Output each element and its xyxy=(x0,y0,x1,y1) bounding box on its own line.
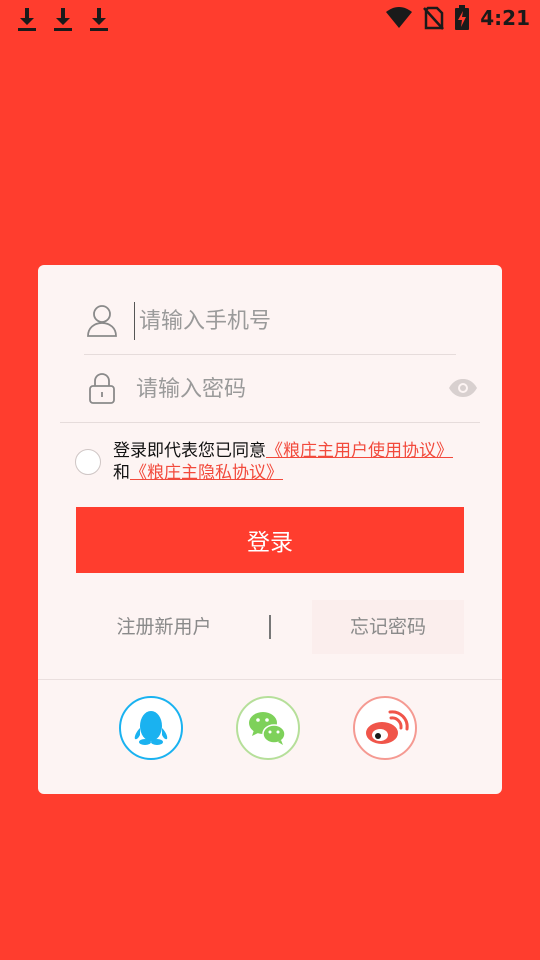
phone-row xyxy=(84,286,456,352)
forgot-password-link[interactable]: 忘记密码 xyxy=(312,600,464,654)
wifi-icon xyxy=(386,7,413,28)
download-icon xyxy=(18,8,36,31)
weibo-login-button[interactable] xyxy=(353,696,417,760)
agreement-prefix: 登录即代表您已同意 xyxy=(113,441,266,461)
agreement-and: 和 xyxy=(113,463,130,483)
wechat-login-button[interactable] xyxy=(236,696,300,760)
user-agreement-link[interactable]: 《粮庄主用户使用协议》 xyxy=(266,441,453,461)
divider xyxy=(60,422,480,423)
divider xyxy=(38,679,502,680)
password-row xyxy=(84,354,456,420)
register-link[interactable]: 注册新用户 xyxy=(76,600,252,654)
agreement-checkbox[interactable] xyxy=(75,449,101,475)
no-sim-icon xyxy=(423,6,445,30)
login-button[interactable]: 登录 xyxy=(76,507,464,573)
weibo-icon xyxy=(353,696,417,760)
wechat-icon xyxy=(236,696,300,760)
login-card: 登录即代表您已同意《粮庄主用户使用协议》和《粮庄主隐私协议》 登录 注册新用户 … xyxy=(38,265,502,794)
qq-login-button[interactable] xyxy=(119,696,183,760)
eye-icon[interactable] xyxy=(448,377,478,399)
password-input[interactable] xyxy=(134,370,398,408)
download-icon xyxy=(54,8,72,31)
battery-charging-icon xyxy=(455,5,470,30)
agreement-text: 登录即代表您已同意《粮庄主用户使用协议》和《粮庄主隐私协议》 xyxy=(113,440,463,484)
status-bar: 4:21 xyxy=(0,0,540,38)
separator xyxy=(269,615,271,639)
account-links: 注册新用户 忘记密码 xyxy=(76,600,464,654)
clock: 4:21 xyxy=(480,6,530,30)
download-icon xyxy=(90,8,108,31)
user-icon xyxy=(87,305,117,337)
qq-icon xyxy=(119,696,183,760)
phone-input[interactable] xyxy=(134,302,401,340)
lock-icon xyxy=(89,373,115,404)
privacy-agreement-link[interactable]: 《粮庄主隐私协议》 xyxy=(130,463,283,483)
